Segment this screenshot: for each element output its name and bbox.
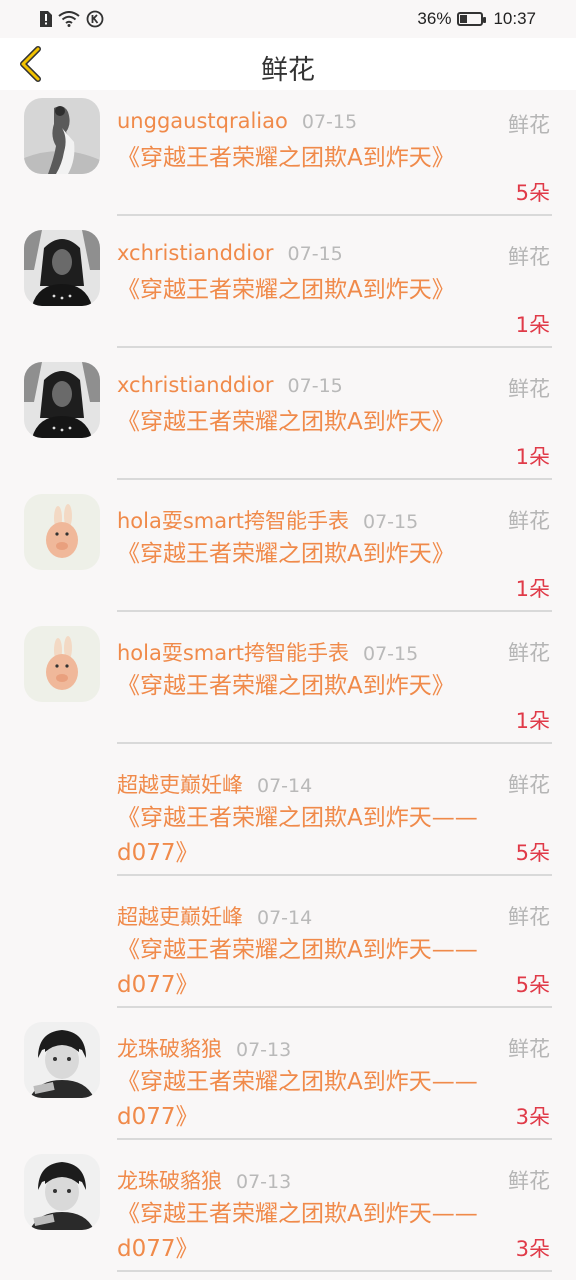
gift-type: 鲜花 — [508, 773, 550, 797]
list-item[interactable]: hola耍smart挎智能手表 07-15 鲜花 《穿越王者荣耀之团欺A到炸天》 … — [0, 618, 576, 750]
list-item[interactable]: 龙珠破貉狼 07-13 鲜花 《穿越王者荣耀之团欺A到炸天——d077》 3朵 — [0, 1146, 576, 1278]
divider — [117, 874, 552, 876]
username[interactable]: hola耍smart挎智能手表 — [117, 641, 349, 665]
username-line: 超越吏巅妊峰 07-14 — [117, 901, 312, 931]
date: 07-14 — [257, 775, 313, 797]
gift-type: 鲜花 — [508, 1169, 550, 1193]
battery-percent: 36% — [417, 9, 452, 28]
list-item[interactable]: xchristianddior 07-15 鲜花 《穿越王者荣耀之团欺A到炸天》 … — [0, 354, 576, 486]
date: 07-13 — [236, 1171, 292, 1193]
username[interactable]: xchristianddior — [117, 241, 274, 265]
list-item[interactable]: 超越吏巅妊峰 07-14 鲜花 《穿越王者荣耀之团欺A到炸天——d077》 5朵 — [0, 882, 576, 1014]
gift-list: unggaustqraliao 07-15 鲜花 《穿越王者荣耀之团欺A到炸天》 … — [0, 90, 576, 1278]
status-icons-right: 36% 10:37 — [417, 9, 536, 29]
avatar[interactable] — [24, 362, 100, 438]
username[interactable]: 龙珠破貉狼 — [117, 1169, 222, 1193]
divider — [117, 610, 552, 612]
divider — [117, 478, 552, 480]
date: 07-14 — [257, 907, 313, 929]
username-line: unggaustqraliao 07-15 — [117, 109, 357, 133]
divider — [117, 214, 552, 216]
divider — [117, 742, 552, 744]
book-title[interactable]: 《穿越王者荣耀之团欺A到炸天——d077》 — [117, 1197, 482, 1267]
divider — [117, 1138, 552, 1140]
gift-count: 5朵 — [515, 973, 550, 997]
avatar[interactable] — [24, 494, 100, 570]
username[interactable]: 超越吏巅妊峰 — [117, 905, 243, 929]
page-title: 鲜花 — [261, 55, 315, 86]
username[interactable]: hola耍smart挎智能手表 — [117, 509, 349, 533]
list-item[interactable]: unggaustqraliao 07-15 鲜花 《穿越王者荣耀之团欺A到炸天》 … — [0, 90, 576, 222]
list-item[interactable]: hola耍smart挎智能手表 07-15 鲜花 《穿越王者荣耀之团欺A到炸天》 … — [0, 486, 576, 618]
book-title[interactable]: 《穿越王者荣耀之团欺A到炸天》 — [117, 669, 482, 704]
username-line: xchristianddior 07-15 — [117, 241, 343, 265]
username-line: 龙珠破貉狼 07-13 — [117, 1165, 291, 1195]
gift-type: 鲜花 — [508, 905, 550, 929]
list-item[interactable]: 龙珠破貉狼 07-13 鲜花 《穿越王者荣耀之团欺A到炸天——d077》 3朵 — [0, 1014, 576, 1146]
gift-type: 鲜花 — [508, 641, 550, 665]
battery-fill — [460, 15, 468, 23]
clock: 10:37 — [493, 9, 536, 28]
wifi-icon — [58, 11, 80, 27]
date: 07-15 — [301, 111, 358, 133]
gift-type: 鲜花 — [508, 245, 550, 269]
status-icons-left — [38, 9, 104, 29]
gift-count: 1朵 — [515, 709, 550, 733]
avatar[interactable] — [24, 98, 100, 174]
book-title[interactable]: 《穿越王者荣耀之团欺A到炸天》 — [117, 537, 482, 572]
battery-icon — [457, 12, 487, 26]
alert-sim-icon — [40, 11, 52, 27]
avatar[interactable] — [24, 1022, 100, 1098]
avatar[interactable] — [24, 1154, 100, 1230]
username[interactable]: 超越吏巅妊峰 — [117, 773, 243, 797]
book-title[interactable]: 《穿越王者荣耀之团欺A到炸天——d077》 — [117, 1065, 482, 1135]
divider — [117, 1006, 552, 1008]
gift-count: 3朵 — [515, 1105, 550, 1129]
book-title[interactable]: 《穿越王者荣耀之团欺A到炸天》 — [117, 405, 482, 440]
book-title[interactable]: 《穿越王者荣耀之团欺A到炸天——d077》 — [117, 801, 482, 871]
book-title[interactable]: 《穿越王者荣耀之团欺A到炸天》 — [117, 273, 482, 308]
username-line: hola耍smart挎智能手表 07-15 — [117, 505, 418, 535]
date: 07-15 — [287, 243, 343, 265]
username[interactable]: unggaustqraliao — [117, 109, 288, 133]
gift-type: 鲜花 — [508, 113, 550, 137]
gift-count: 3朵 — [515, 1237, 550, 1261]
date: 07-15 — [287, 375, 343, 397]
username-line: 龙珠破貉狼 07-13 — [117, 1033, 291, 1063]
gift-type: 鲜花 — [508, 1037, 550, 1061]
list-item[interactable]: 超越吏巅妊峰 07-14 鲜花 《穿越王者荣耀之团欺A到炸天——d077》 5朵 — [0, 750, 576, 882]
book-title[interactable]: 《穿越王者荣耀之团欺A到炸天》 — [117, 141, 482, 176]
list-item[interactable]: xchristianddior 07-15 鲜花 《穿越王者荣耀之团欺A到炸天》 … — [0, 222, 576, 354]
username-line: hola耍smart挎智能手表 07-15 — [117, 637, 418, 667]
k-badge-icon — [86, 10, 104, 28]
date: 07-15 — [363, 643, 419, 665]
date: 07-13 — [236, 1039, 292, 1061]
username-line: xchristianddior 07-15 — [117, 373, 343, 397]
status-bar: 36% 10:37 — [0, 0, 576, 38]
divider — [117, 346, 552, 348]
nav-bar: 鲜花 — [0, 38, 576, 90]
username[interactable]: 龙珠破貉狼 — [117, 1037, 222, 1061]
gift-count: 1朵 — [515, 445, 550, 469]
username-line: 超越吏巅妊峰 07-14 — [117, 769, 312, 799]
gift-count: 1朵 — [515, 577, 550, 601]
gift-count: 5朵 — [515, 841, 550, 865]
date: 07-15 — [363, 511, 419, 533]
divider — [117, 1270, 552, 1272]
avatar[interactable] — [24, 230, 100, 306]
gift-count: 1朵 — [515, 313, 550, 337]
gift-count: 5朵 — [515, 181, 550, 205]
avatar[interactable] — [24, 626, 100, 702]
gift-type: 鲜花 — [508, 509, 550, 533]
gift-type: 鲜花 — [508, 377, 550, 401]
book-title[interactable]: 《穿越王者荣耀之团欺A到炸天——d077》 — [117, 933, 482, 1003]
username[interactable]: xchristianddior — [117, 373, 274, 397]
